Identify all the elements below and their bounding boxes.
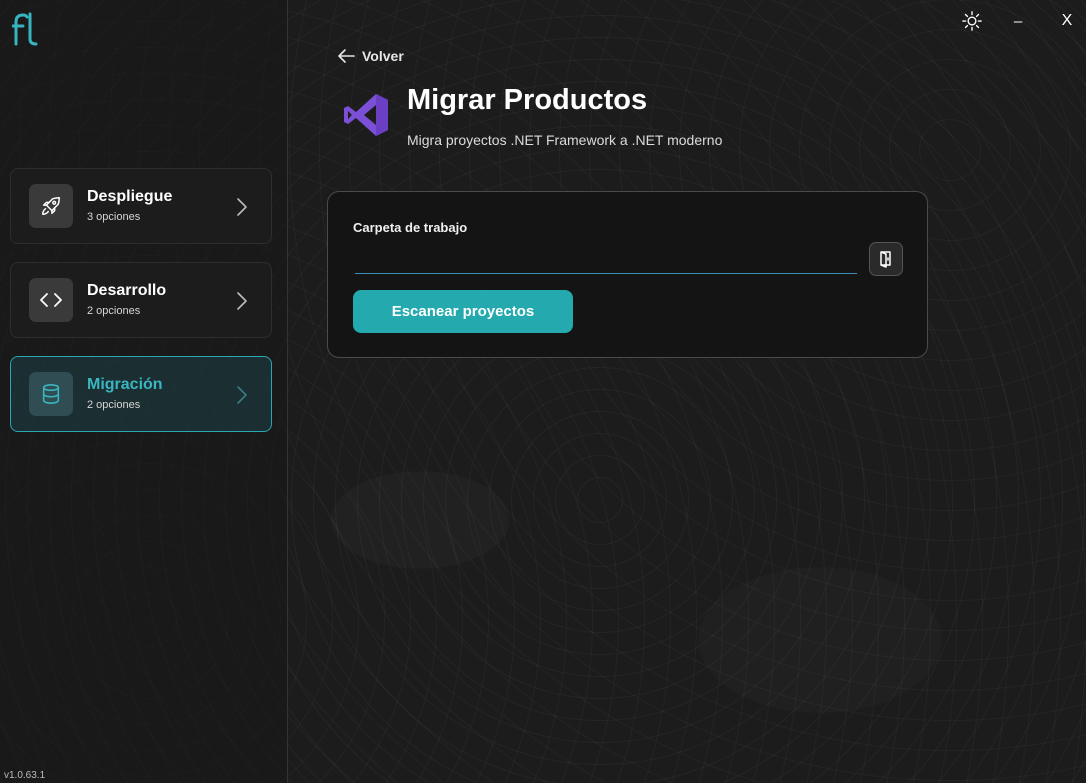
app-window: Despliegue 3 opciones Desarrollo 2 opcio… [0,0,1086,783]
minimize-button[interactable]: – [1008,8,1028,34]
chevron-right-icon [237,292,247,310]
sidebar: Despliegue 3 opciones Desarrollo 2 opcio… [0,0,288,783]
chevron-right-icon [237,386,247,404]
scan-projects-button[interactable]: Escanear proyectos [353,290,573,333]
page-title: Migrar Productos [407,84,648,116]
sun-icon [962,11,982,31]
sidebar-item-subtitle: 2 opciones [87,399,141,411]
close-button[interactable]: X [1056,8,1078,34]
sidebar-item-desarrollo[interactable]: Desarrollo 2 opciones [10,262,272,338]
working-folder-label: Carpeta de trabajo [353,220,468,235]
visual-studio-icon [344,94,388,136]
working-folder-input[interactable] [355,248,857,274]
code-icon [29,278,73,322]
folder-icon [880,251,891,268]
rocket-icon [29,184,73,228]
sidebar-item-despliegue[interactable]: Despliegue 3 opciones [10,168,272,244]
arrow-left-icon [338,49,355,63]
back-link[interactable]: Volver [336,45,404,67]
sidebar-item-title: Despliegue [87,188,173,205]
sidebar-item-subtitle: 3 opciones [87,211,141,223]
sidebar-item-migracion[interactable]: Migración 2 opciones [10,356,272,432]
chevron-right-icon [237,198,247,216]
app-logo [12,12,38,46]
version-label: v1.0.63.1 [4,770,46,781]
theme-toggle-button[interactable] [958,8,986,34]
back-label: Volver [362,48,404,64]
sidebar-item-title: Migración [87,376,163,393]
browse-folder-button[interactable] [869,242,903,276]
sidebar-item-title: Desarrollo [87,282,167,299]
sidebar-item-subtitle: 2 opciones [87,305,141,317]
migration-form-panel: Carpeta de trabajo Escanear proyectos [327,191,928,358]
database-icon [29,372,73,416]
page-subtitle: Migra proyectos .NET Framework a .NET mo… [407,132,723,148]
